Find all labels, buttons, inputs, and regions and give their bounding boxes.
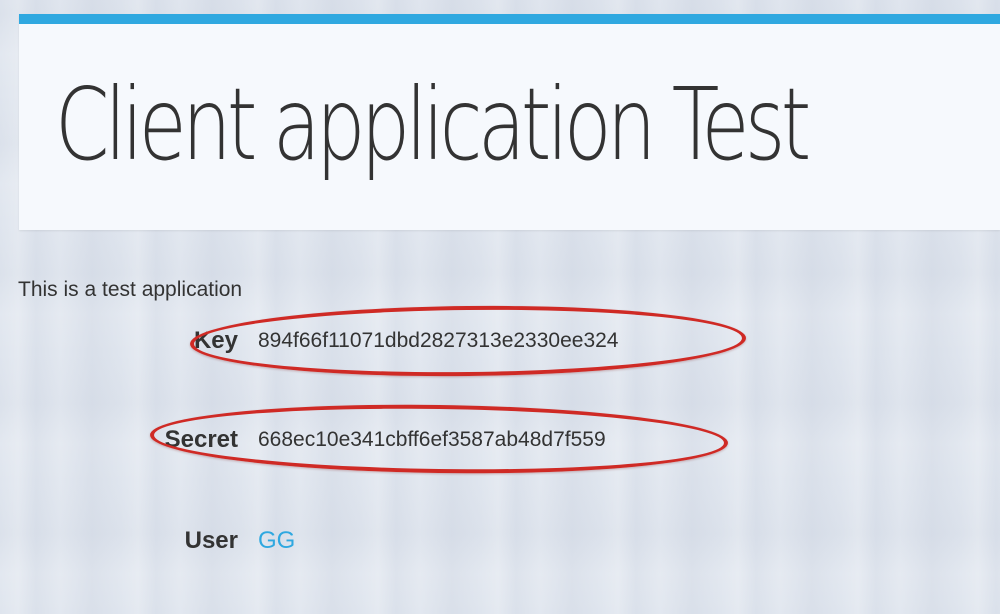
- user-link[interactable]: GG: [258, 527, 295, 555]
- app-description: This is a test application: [18, 278, 243, 301]
- key-row: Key 894f66f11071dbd2827313e2330ee324: [0, 321, 619, 361]
- page: { "header": { "title": "Client applicati…: [0, 0, 1000, 614]
- secret-value: 668ec10e341cbff6ef3587ab48d7f559: [258, 428, 606, 451]
- header-card: Client application Test: [19, 14, 1000, 230]
- key-value: 894f66f11071dbd2827313e2330ee324: [258, 329, 619, 352]
- secret-row: Secret 668ec10e341cbff6ef3587ab48d7f559: [0, 420, 606, 460]
- page-title: Client application Test: [55, 66, 811, 183]
- user-label: User: [184, 527, 238, 554]
- key-label: Key: [193, 327, 238, 354]
- user-row: User GG: [0, 521, 296, 561]
- secret-label: Secret: [164, 426, 238, 453]
